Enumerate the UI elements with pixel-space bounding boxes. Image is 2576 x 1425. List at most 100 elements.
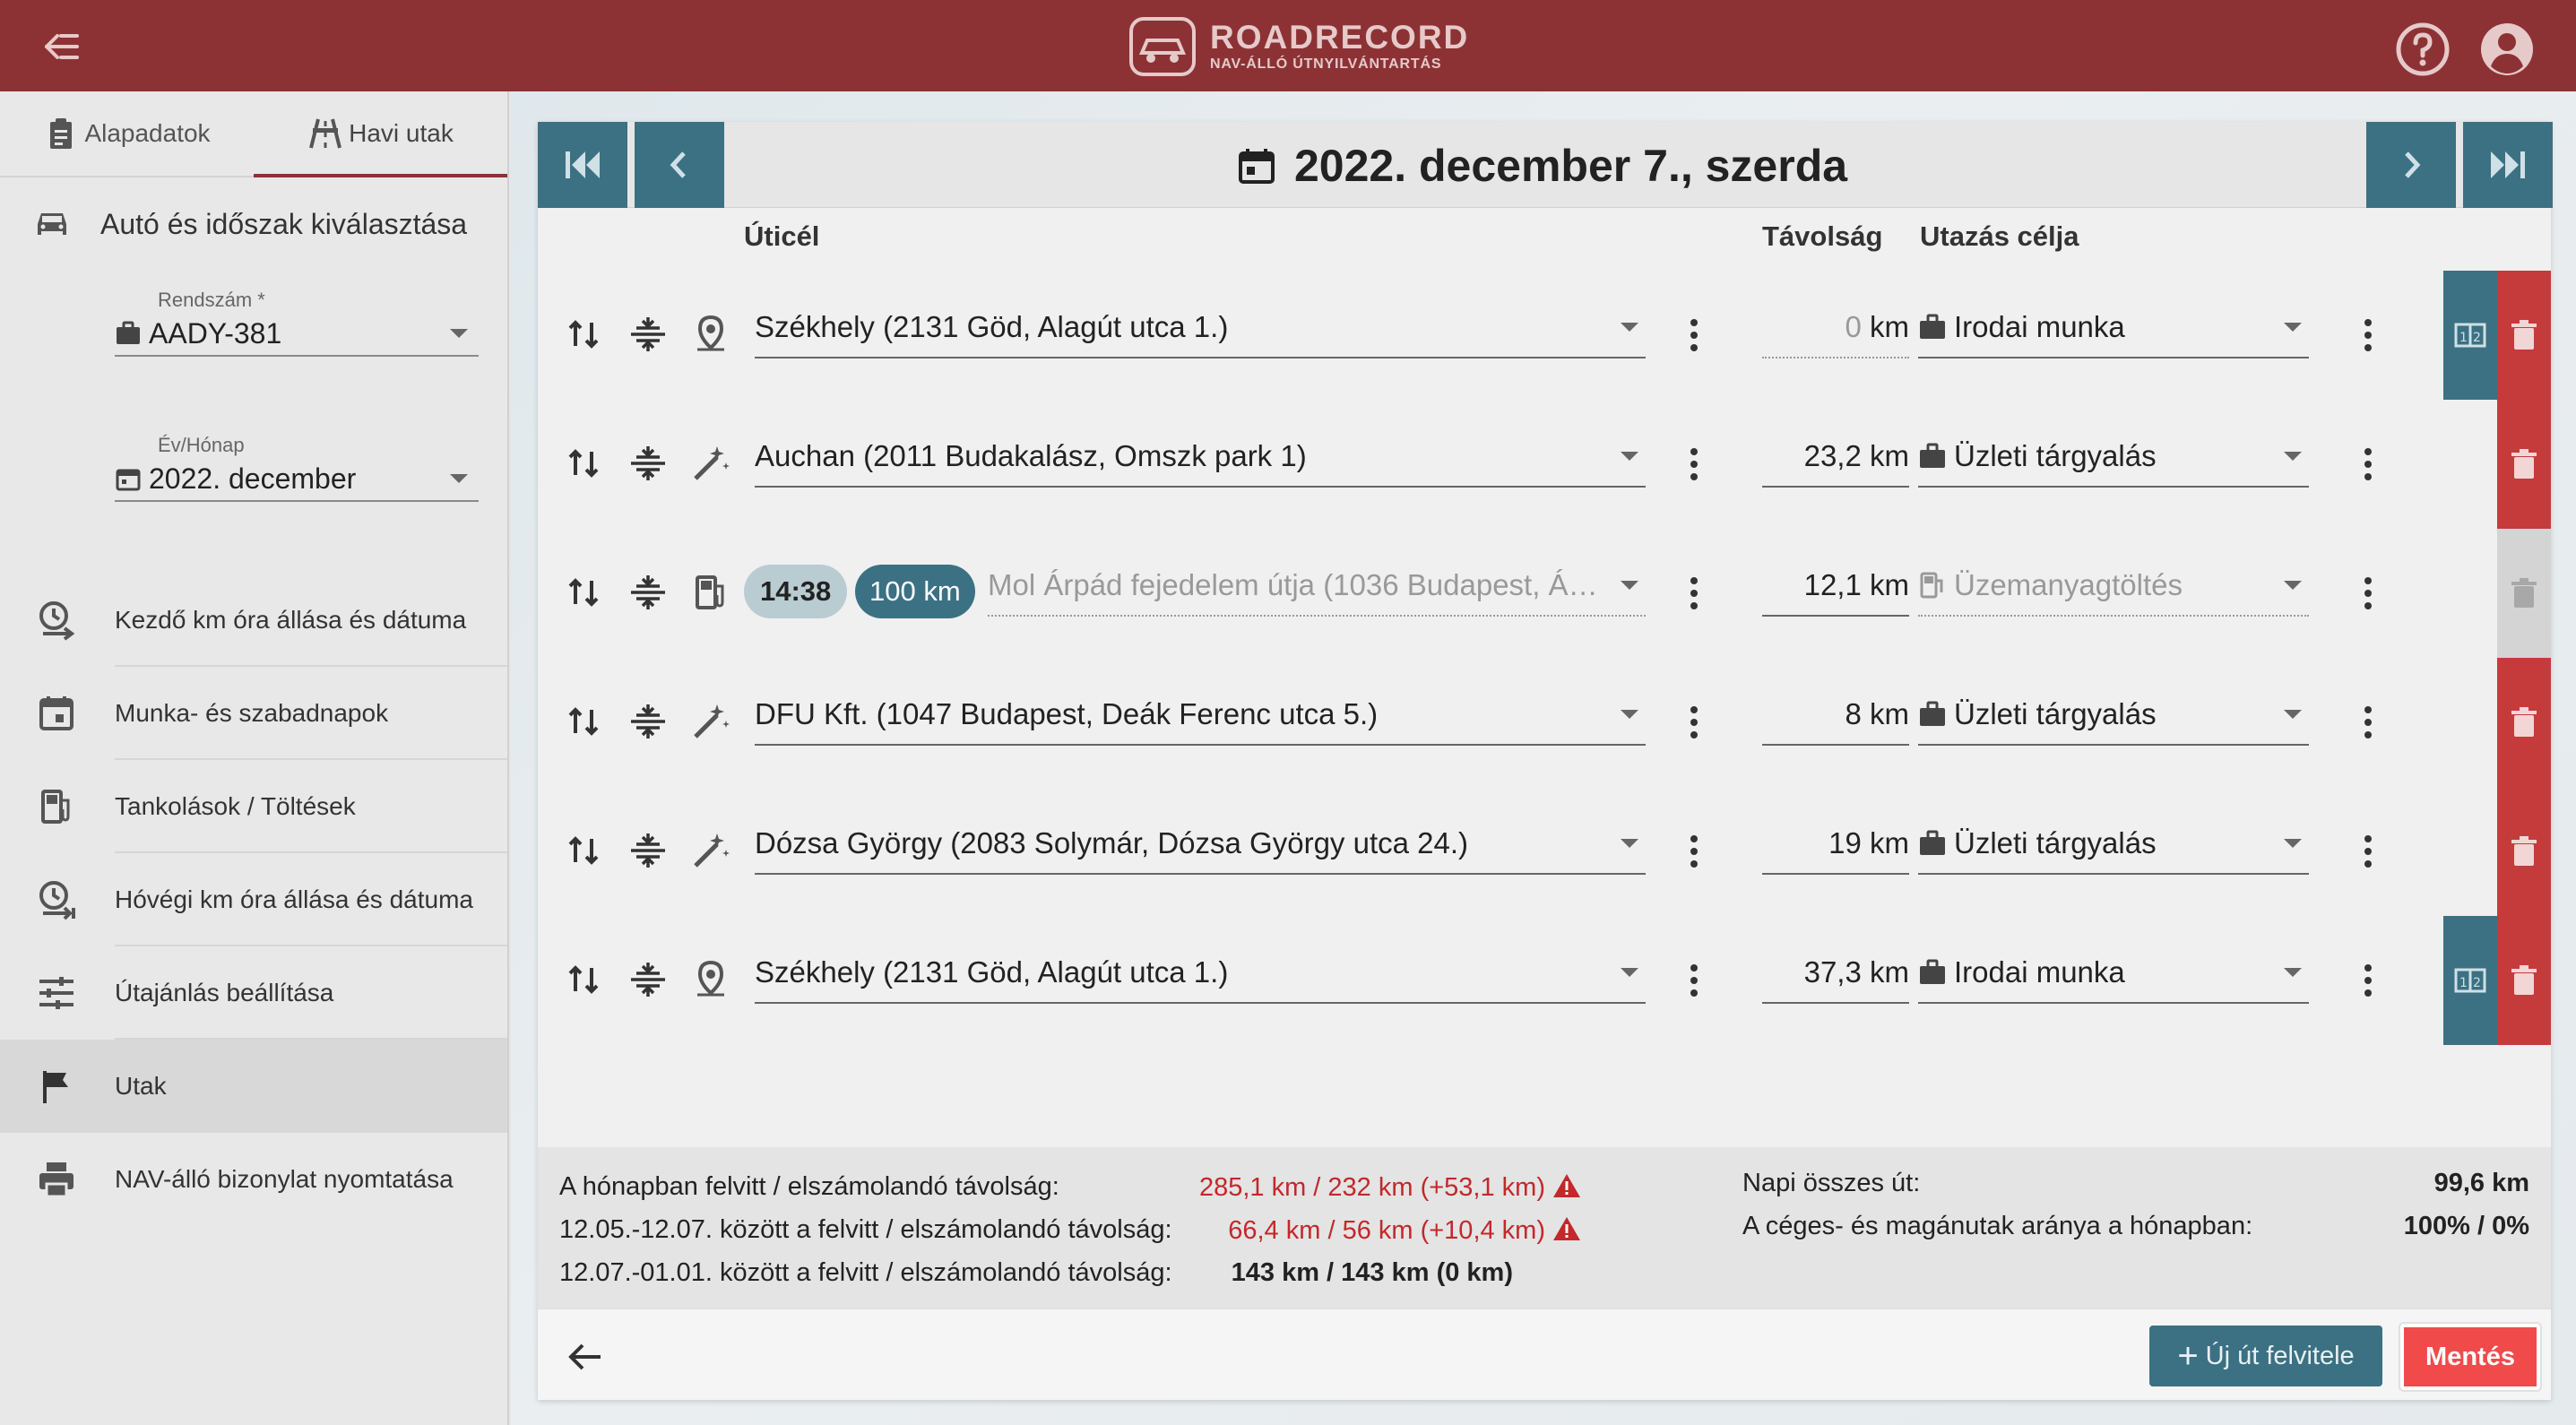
distance-field[interactable]: 0 km	[1762, 298, 1909, 358]
more-vert-icon[interactable]	[2363, 833, 2373, 869]
section-car-period[interactable]: Autó és időszak kiválasztása	[0, 177, 507, 271]
tab-alapadatok[interactable]: Alapadatok	[0, 91, 254, 176]
col-distance: Távolság	[1762, 220, 1883, 252]
sidebar-item-kezdo-km[interactable]: Kezdő km óra állása és dátuma	[0, 574, 507, 667]
distance-field[interactable]: 12,1 km	[1762, 556, 1909, 617]
destination-select[interactable]: Auchan (2011 Budakalász, Omszk park 1)	[755, 427, 1646, 488]
clipboard-icon	[50, 118, 73, 149]
more-vert-icon[interactable]	[1689, 833, 1699, 869]
first-day-button[interactable]	[538, 122, 627, 208]
plate-select[interactable]: Rendszám * AADY-381	[115, 289, 479, 357]
period-select[interactable]: Év/Hónap 2022. december	[115, 434, 479, 502]
tab-havi-utak[interactable]: Havi utak	[254, 91, 507, 177]
insert-row-icon[interactable]	[627, 443, 669, 484]
purpose-value: Üzemanyagtöltés	[1954, 568, 2183, 601]
insert-row-icon[interactable]	[627, 314, 669, 355]
swap-vertical-icon[interactable]	[563, 959, 604, 1000]
prev-day-button[interactable]	[635, 122, 724, 208]
swap-vertical-icon[interactable]	[563, 830, 604, 871]
summary-month-value: 285,1 km / 232 km (+53,1 km)	[1199, 1172, 1581, 1203]
more-vert-icon[interactable]	[1689, 446, 1699, 482]
user-account-icon[interactable]	[2479, 22, 2535, 77]
more-vert-icon[interactable]	[2363, 317, 2373, 353]
warning-icon	[1553, 1217, 1580, 1240]
distance-value: 19	[1828, 826, 1862, 859]
odometer-button[interactable]: 12	[2443, 271, 2497, 400]
delete-row-button[interactable]	[2497, 400, 2551, 529]
destination-select[interactable]: Székhely (2131 Göd, Alagút utca 1.)	[755, 298, 1646, 358]
swap-vertical-icon[interactable]	[563, 314, 604, 355]
chevron-down-icon	[2284, 839, 2302, 848]
purpose-value: Irodai munka	[1954, 955, 2125, 989]
trip-row: DFU Kft. (1047 Budapest, Deák Ferenc utc…	[538, 658, 2551, 787]
sidebar-item-utajanlas[interactable]: Útajánlás beállítása	[0, 946, 507, 1040]
purpose-select[interactable]: Üzleti tárgyalás	[1918, 427, 2309, 488]
delete-row-button[interactable]	[2497, 916, 2551, 1045]
purpose-select[interactable]: Irodai munka	[1918, 298, 2309, 358]
more-vert-icon[interactable]	[1689, 575, 1699, 611]
distance-unit: km	[1870, 310, 1909, 343]
more-vert-icon[interactable]	[1689, 963, 1699, 998]
odometer-button[interactable]: 12	[2443, 916, 2497, 1045]
sidebar-item-munkanapok[interactable]: Munka- és szabadnapok	[0, 667, 507, 760]
distance-field[interactable]: 23,2 km	[1762, 427, 1909, 488]
sidebar-item-label: Munka- és szabadnapok	[115, 699, 389, 727]
sidebar-item-hovegi-km[interactable]: Hóvégi km óra állása és dátuma	[0, 853, 507, 946]
clock-end-icon	[39, 881, 75, 920]
new-trip-label: Új út felvitele	[2205, 1341, 2355, 1370]
purpose-select[interactable]: Üzleti tárgyalás	[1918, 814, 2309, 875]
more-vert-icon[interactable]	[1689, 704, 1699, 740]
purpose-select[interactable]: Irodai munka	[1918, 943, 2309, 1004]
delete-row-button[interactable]	[2497, 271, 2551, 400]
sidebar-item-tankolasok[interactable]: Tankolások / Töltések	[0, 760, 507, 853]
tab-label: Havi utak	[349, 119, 454, 147]
sidebar-item-nyomtatas[interactable]: NAV-álló bizonylat nyomtatása	[0, 1133, 507, 1226]
chevron-down-icon	[2284, 968, 2302, 977]
menu-collapse-icon[interactable]	[39, 27, 84, 66]
trips-card: 2022. december 7., szerda Úticél Távolsá…	[538, 122, 2553, 1400]
col-purpose: Utazás célja	[1920, 220, 2079, 252]
purpose-select[interactable]: Üzleti tárgyalás	[1918, 685, 2309, 746]
trip-row: Dózsa György (2083 Solymár, Dózsa György…	[538, 787, 2551, 916]
swap-vertical-icon[interactable]	[563, 572, 604, 613]
help-icon[interactable]	[2395, 22, 2451, 77]
insert-row-icon[interactable]	[627, 572, 669, 613]
app-header: ROADRECORD NAV-ÁLLÓ ÚTNYILVÁNTARTÁS	[0, 0, 2576, 91]
more-vert-icon[interactable]	[2363, 446, 2373, 482]
more-vert-icon[interactable]	[1689, 317, 1699, 353]
distance-field[interactable]: 37,3 km	[1762, 943, 1909, 1004]
swap-vertical-icon[interactable]	[563, 701, 604, 742]
next-day-button[interactable]	[2366, 122, 2456, 208]
destination-select[interactable]: Dózsa György (2083 Solymár, Dózsa György…	[755, 814, 1646, 875]
purpose-value: Üzleti tárgyalás	[1954, 439, 2157, 472]
arrow-back-icon[interactable]	[565, 1336, 606, 1378]
delete-row-button[interactable]	[2497, 787, 2551, 916]
location-pin-icon	[697, 960, 724, 997]
more-vert-icon[interactable]	[2363, 963, 2373, 998]
current-date: 2022. december 7., szerda	[1237, 140, 1847, 192]
summary-period2-value: 143 km / 143 km (0 km)	[1231, 1258, 1513, 1287]
insert-row-icon[interactable]	[627, 701, 669, 742]
sidebar-item-label: Kezdő km óra állása és dátuma	[115, 606, 467, 634]
destination-select[interactable]: DFU Kft. (1047 Budapest, Deák Ferenc utc…	[755, 685, 1646, 746]
insert-row-icon[interactable]	[627, 830, 669, 871]
card-footer: + Új út felvitele Mentés	[538, 1308, 2551, 1400]
calendar-icon	[1239, 149, 1275, 184]
last-day-button[interactable]	[2463, 122, 2553, 208]
new-trip-button[interactable]: + Új út felvitele	[2149, 1326, 2382, 1386]
distance-field[interactable]: 19 km	[1762, 814, 1909, 875]
destination-select[interactable]: Székhely (2131 Göd, Alagút utca 1.)	[755, 943, 1646, 1004]
insert-row-icon[interactable]	[627, 959, 669, 1000]
delete-row-button[interactable]	[2497, 658, 2551, 787]
swap-vertical-icon[interactable]	[563, 443, 604, 484]
sidebar-item-utak[interactable]: Utak	[0, 1040, 507, 1133]
distance-field[interactable]: 8 km	[1762, 685, 1909, 746]
distance-unit: km	[1870, 826, 1909, 859]
more-vert-icon[interactable]	[2363, 704, 2373, 740]
date-navigation: 2022. december 7., szerda	[538, 122, 2553, 208]
save-button[interactable]: Mentés	[2400, 1324, 2540, 1390]
more-vert-icon[interactable]	[2363, 575, 2373, 611]
distance-value: 8	[1845, 697, 1862, 730]
sidebar-tabs: Alapadatok Havi utak	[0, 91, 507, 177]
distance-value: 23,2	[1803, 439, 1862, 472]
